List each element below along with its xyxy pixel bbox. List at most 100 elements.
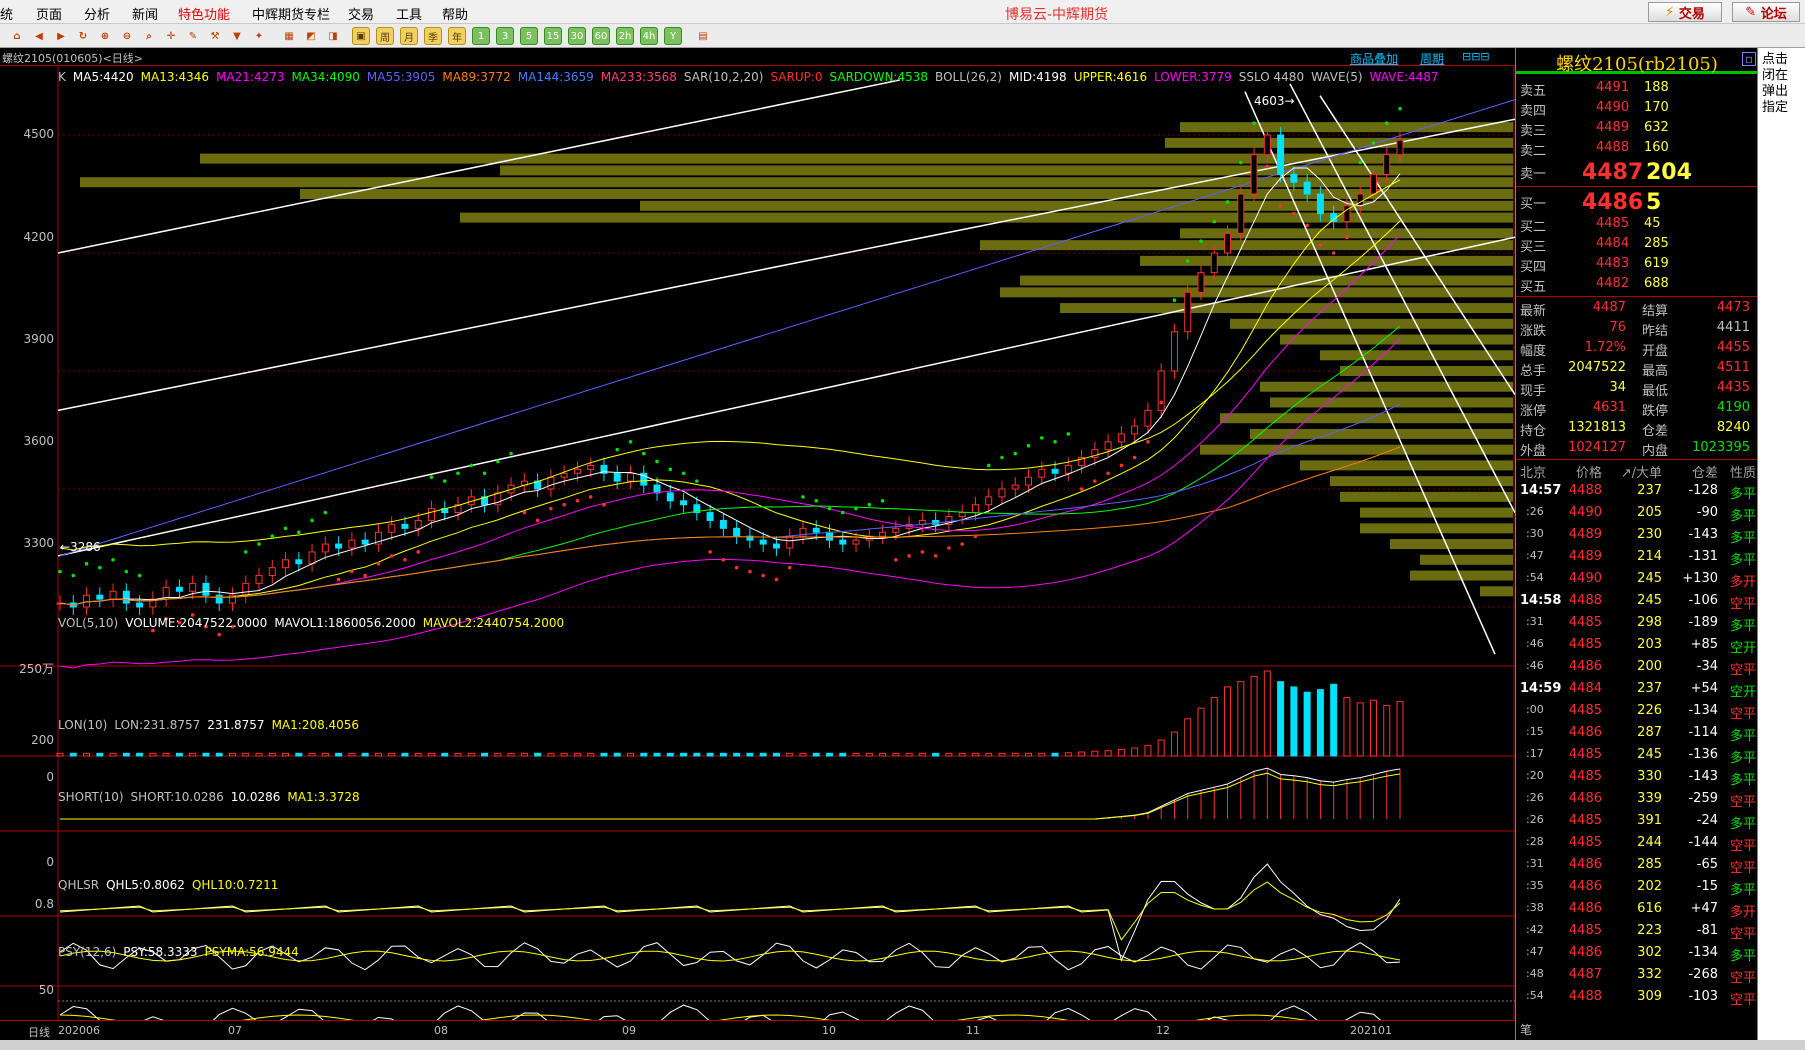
candle-body xyxy=(1237,193,1245,234)
tick-cell: 202 xyxy=(1637,879,1662,894)
candle-body xyxy=(1144,409,1152,427)
bid-level[interactable]: 买三 4484 285 xyxy=(1516,234,1758,255)
new-icon[interactable]: ✦ xyxy=(250,27,268,45)
tick-row[interactable]: :35 4486 202 -15 多平 xyxy=(1516,876,1758,898)
side-notice[interactable]: 点击闭在弹出指定 xyxy=(1757,48,1805,1040)
zoom-in-icon[interactable]: ⊕ xyxy=(96,27,114,45)
tick-icon[interactable]: ◨ xyxy=(324,27,342,45)
tick-row[interactable]: :46 4486 200 -34 空平 xyxy=(1516,656,1758,678)
toolbar-period-month[interactable]: 月 xyxy=(400,27,418,45)
toolbar-period-week[interactable]: 周 xyxy=(376,27,394,45)
tick-cell: 230 xyxy=(1637,527,1662,542)
crosshair-icon[interactable]: ✛ xyxy=(162,27,180,45)
toolbar-period-3m[interactable]: 3 xyxy=(496,27,514,45)
bid-level[interactable]: 买二 4485 45 xyxy=(1516,214,1758,235)
forum-button[interactable]: ✎ 论坛 xyxy=(1732,2,1800,22)
tick-header-label: 性质 xyxy=(1729,466,1756,481)
tick-row[interactable]: :54 4488 309 -103 空平 xyxy=(1516,986,1758,1008)
tick-row[interactable]: :54 4490 245 +130 多开 xyxy=(1516,568,1758,590)
toolbar-period-2h[interactable]: 2h xyxy=(616,27,634,45)
tick-row[interactable]: :48 4487 332 -268 空平 xyxy=(1516,964,1758,986)
table-icon[interactable]: ▦ xyxy=(280,27,298,45)
ask-level[interactable]: 卖五 4491 188 xyxy=(1516,78,1758,99)
toolbar-period-day[interactable]: ▣ xyxy=(352,27,370,45)
volume-bar xyxy=(1184,718,1192,757)
candle-body xyxy=(308,551,316,565)
toolbar-period-year[interactable]: 年 xyxy=(448,27,466,45)
tick-row[interactable]: 14:58 4488 245 -106 空平 xyxy=(1516,590,1758,612)
chart-canvas[interactable] xyxy=(0,66,1515,1040)
toolbar-period-1m[interactable]: 1 xyxy=(472,27,490,45)
tick-cell: 4485 xyxy=(1568,615,1602,630)
toolbar-period-15m[interactable]: 15 xyxy=(544,27,562,45)
trade-button[interactable]: ⚡ 交易 xyxy=(1648,2,1722,22)
tick-row[interactable]: :26 4485 391 -24 多平 xyxy=(1516,810,1758,832)
home-icon[interactable]: ⌂ xyxy=(8,27,26,45)
stat-label: 幅度 xyxy=(1520,344,1547,359)
draw-icon[interactable]: ✎ xyxy=(184,27,202,45)
menu-news[interactable]: 新闻 xyxy=(132,4,158,23)
menu-trade[interactable]: 交易 xyxy=(348,4,374,23)
calculator-icon[interactable]: ▤ xyxy=(694,27,712,45)
toolbar-period-4h[interactable]: 4h xyxy=(640,27,658,45)
toolbar-period-season[interactable]: 季 xyxy=(424,27,442,45)
ask-level-1[interactable]: 卖一 4487 204 xyxy=(1516,158,1758,185)
tick-row[interactable]: :15 4486 287 -114 多平 xyxy=(1516,722,1758,744)
tick-row[interactable]: :42 4485 223 -81 空平 xyxy=(1516,920,1758,942)
ask-level[interactable]: 卖四 4490 170 xyxy=(1516,98,1758,119)
tool-icon[interactable]: ⚒ xyxy=(206,27,224,45)
tick-row[interactable]: :31 4486 285 -65 空平 xyxy=(1516,854,1758,876)
tick-row[interactable]: :26 4486 339 -259 空平 xyxy=(1516,788,1758,810)
tick-row[interactable]: :26 4490 205 -90 多平 xyxy=(1516,502,1758,524)
chart-icon[interactable]: ◩ xyxy=(302,27,320,45)
tick-row[interactable]: :20 4485 330 -143 多平 xyxy=(1516,766,1758,788)
zoom-out-icon[interactable]: ⊖ xyxy=(118,27,136,45)
candle-body xyxy=(361,539,369,545)
volume-bar xyxy=(335,752,343,757)
tick-row[interactable]: :38 4486 616 +47 多开 xyxy=(1516,898,1758,920)
tick-row[interactable]: :47 4489 214 -131 多平 xyxy=(1516,546,1758,568)
ask-level[interactable]: 卖三 4489 632 xyxy=(1516,118,1758,139)
refresh-icon[interactable]: ↻ xyxy=(74,27,92,45)
layout-icon[interactable]: ⊟⊟⊟ xyxy=(1462,50,1490,63)
period-link[interactable]: 周期 xyxy=(1420,50,1444,67)
menu-analysis[interactable]: 分析 xyxy=(84,4,110,23)
volume-profile-bar xyxy=(1360,507,1513,518)
tick-row[interactable]: :46 4485 203 +85 空开 xyxy=(1516,634,1758,656)
forward-icon[interactable]: ▶ xyxy=(52,27,70,45)
menu-zhonghui[interactable]: 中辉期货专栏 xyxy=(252,4,330,23)
menu-tools[interactable]: 工具 xyxy=(396,4,422,23)
tick-row[interactable]: :00 4485 226 -134 空平 xyxy=(1516,700,1758,722)
tick-cell: :38 xyxy=(1526,901,1544,914)
toolbar-period-60m[interactable]: 60 xyxy=(592,27,610,45)
menu-page[interactable]: 页面 xyxy=(36,4,62,23)
tick-row[interactable]: 14:57 4488 237 -128 多平 xyxy=(1516,480,1758,502)
sar-dot xyxy=(350,569,354,574)
tick-row[interactable]: :31 4485 298 -189 多平 xyxy=(1516,612,1758,634)
search-icon[interactable]: ⌕ xyxy=(140,27,158,45)
toolbar-period-y[interactable]: Y xyxy=(664,27,682,45)
chart-tab-title[interactable]: 螺纹2105(010605)<日线> xyxy=(2,50,143,66)
overlay-link[interactable]: 商品叠加 xyxy=(1350,50,1398,67)
menu-system[interactable]: 统 xyxy=(0,4,13,23)
tick-row[interactable]: :28 4485 244 -144 空平 xyxy=(1516,832,1758,854)
toolbar-period-5m[interactable]: 5 xyxy=(520,27,538,45)
bid-level[interactable]: 买五 4482 688 xyxy=(1516,274,1758,295)
menu-help[interactable]: 帮助 xyxy=(442,4,468,23)
tick-row[interactable]: 14:59 4484 237 +54 空开 xyxy=(1516,678,1758,700)
popout-icon[interactable]: ▫ xyxy=(1742,52,1756,66)
bid-level[interactable]: 买四 4483 619 xyxy=(1516,254,1758,275)
ask-level[interactable]: 卖二 4488 160 xyxy=(1516,138,1758,159)
volume-bar xyxy=(1330,683,1338,757)
sar-dot xyxy=(668,467,673,472)
menu-special[interactable]: 特色功能 xyxy=(178,4,230,23)
candle-body xyxy=(971,504,979,514)
tick-cell: 多开 xyxy=(1729,575,1756,590)
tick-row[interactable]: :30 4489 230 -143 多平 xyxy=(1516,524,1758,546)
bid-level-1[interactable]: 买一 4486 5 xyxy=(1516,188,1758,215)
toolbar-period-30m[interactable]: 30 xyxy=(568,27,586,45)
back-icon[interactable]: ◀ xyxy=(30,27,48,45)
tick-row[interactable]: :47 4486 302 -134 多平 xyxy=(1516,942,1758,964)
filter-icon[interactable]: ▼ xyxy=(228,27,246,45)
tick-row[interactable]: :17 4485 245 -136 多平 xyxy=(1516,744,1758,766)
